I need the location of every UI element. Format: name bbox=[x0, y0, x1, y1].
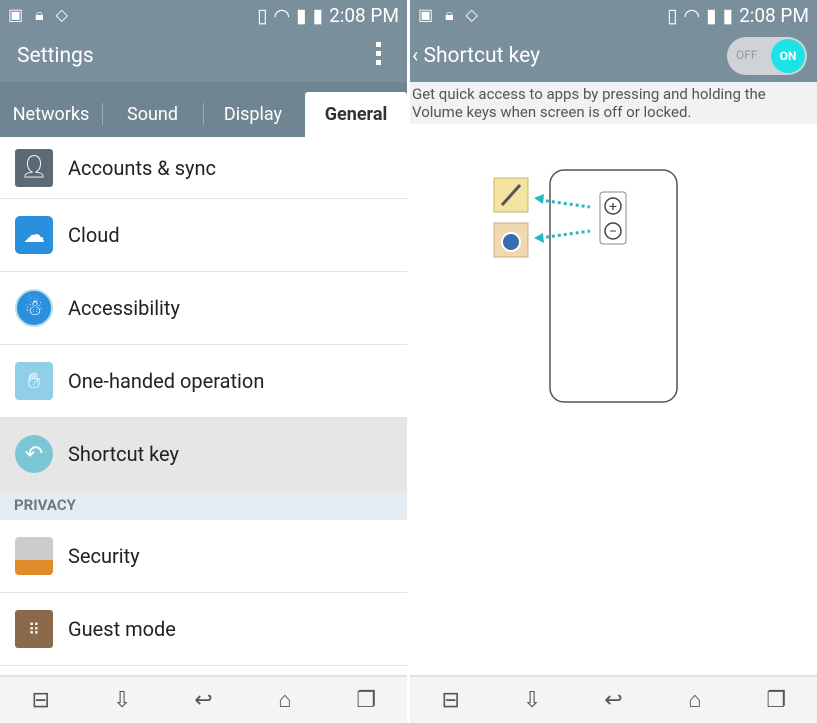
recent-apps-icon[interactable]: ❐ bbox=[756, 688, 796, 713]
accounts-icon: 👤︎ bbox=[15, 148, 53, 187]
notification-pull-icon[interactable]: ⇩ bbox=[512, 688, 552, 713]
settings-screen: ▣ 🔒︎ ◇ ▯ ◠ ▮ ▮ 2:08 PM Settings Networks Sound… bbox=[0, 0, 407, 723]
description: Get quick access to apps by pressing and… bbox=[410, 82, 817, 124]
clock: 2:08 PM bbox=[739, 4, 809, 27]
page-title: Shortcut key bbox=[423, 44, 541, 68]
shortcut-key-screen: ▣ 🔒︎ ◇ ▯ ◠ ▮ ▮ 2:08 PM ‹ Shortcut key OFF ON G… bbox=[410, 0, 817, 723]
rotate-icon: ◇ bbox=[465, 5, 478, 24]
home-icon[interactable]: ⌂ bbox=[675, 687, 715, 713]
battery-icon: ▮ bbox=[312, 4, 324, 27]
tab-networks[interactable]: Networks bbox=[0, 92, 102, 137]
accessibility-icon: ☃ bbox=[15, 289, 53, 327]
signal-icon: ▮ bbox=[706, 4, 717, 27]
back-icon[interactable]: ↩ bbox=[183, 688, 223, 713]
back-icon[interactable]: ↩ bbox=[593, 688, 633, 713]
list-item-security[interactable]: Security bbox=[0, 520, 407, 593]
app-bar: ‹ Shortcut key OFF ON bbox=[410, 32, 817, 82]
dual-window-icon[interactable]: ⊟ bbox=[21, 688, 61, 713]
wifi-icon: ◠ bbox=[273, 4, 291, 27]
section-header-privacy: PRIVACY bbox=[0, 491, 407, 520]
tab-display[interactable]: Display bbox=[203, 92, 303, 137]
shortcut-icon: ↶ bbox=[15, 435, 53, 473]
cloud-icon: ☁ bbox=[15, 216, 53, 254]
one-handed-icon: ✋︎ bbox=[15, 362, 53, 400]
navigation-bar: ⊟ ⇩ ↩ ⌂ ❐ bbox=[410, 675, 817, 723]
list-item-accounts[interactable]: 👤︎ Accounts & sync bbox=[0, 137, 407, 199]
phone-diagram: + − bbox=[493, 169, 678, 403]
chevron-left-icon: ‹ bbox=[412, 44, 424, 68]
lock-icon: 🔒︎ bbox=[35, 5, 44, 24]
clock: 2:08 PM bbox=[329, 4, 399, 27]
status-bar: ▣ 🔒︎ ◇ ▯ ◠ ▮ ▮ 2:08 PM bbox=[410, 0, 817, 32]
list-item-cloud[interactable]: ☁ Cloud bbox=[0, 199, 407, 272]
image-icon: ▣ bbox=[8, 5, 24, 24]
list-item-shortcut-key[interactable]: ↶ Shortcut key bbox=[0, 418, 407, 491]
dual-window-icon[interactable]: ⊟ bbox=[431, 688, 471, 713]
lock-icon: 🔒︎ bbox=[445, 5, 454, 24]
back-button[interactable]: ‹ Shortcut key bbox=[412, 44, 540, 68]
settings-list: 👤︎ Accounts & sync ☁ Cloud ☃ Accessibility … bbox=[0, 137, 407, 666]
list-item-guest-mode[interactable]: ⠿ Guest mode bbox=[0, 593, 407, 666]
tab-general[interactable]: General bbox=[305, 92, 407, 137]
image-icon: ▣ bbox=[418, 5, 434, 24]
home-icon[interactable]: ⌂ bbox=[265, 687, 305, 713]
vibrate-icon: ▯ bbox=[257, 4, 268, 27]
battery-icon: ▮ bbox=[722, 4, 734, 27]
page-title: Settings bbox=[17, 44, 94, 68]
signal-icon: ▮ bbox=[296, 4, 307, 27]
recent-apps-icon[interactable]: ❐ bbox=[346, 688, 386, 713]
notification-pull-icon[interactable]: ⇩ bbox=[102, 688, 142, 713]
list-item-accessibility[interactable]: ☃ Accessibility bbox=[0, 272, 407, 345]
wifi-icon: ◠ bbox=[683, 4, 701, 27]
app-bar: Settings bbox=[0, 32, 407, 82]
lock-icon bbox=[15, 537, 53, 575]
vibrate-icon: ▯ bbox=[667, 4, 678, 27]
svg-text:+: + bbox=[609, 199, 617, 215]
tab-sound[interactable]: Sound bbox=[103, 92, 203, 137]
navigation-bar: ⊟ ⇩ ↩ ⌂ ❐ bbox=[0, 675, 407, 723]
svg-text:−: − bbox=[609, 224, 617, 240]
list-item-one-handed[interactable]: ✋︎ One-handed operation bbox=[0, 345, 407, 418]
guest-icon: ⠿ bbox=[15, 610, 53, 648]
shortcut-toggle[interactable]: OFF ON bbox=[727, 37, 807, 75]
status-bar: ▣ 🔒︎ ◇ ▯ ◠ ▮ ▮ 2:08 PM bbox=[0, 0, 407, 32]
rotate-icon: ◇ bbox=[55, 5, 68, 24]
overflow-menu-icon[interactable] bbox=[376, 42, 382, 69]
tab-bar: Networks Sound Display General bbox=[0, 82, 407, 137]
